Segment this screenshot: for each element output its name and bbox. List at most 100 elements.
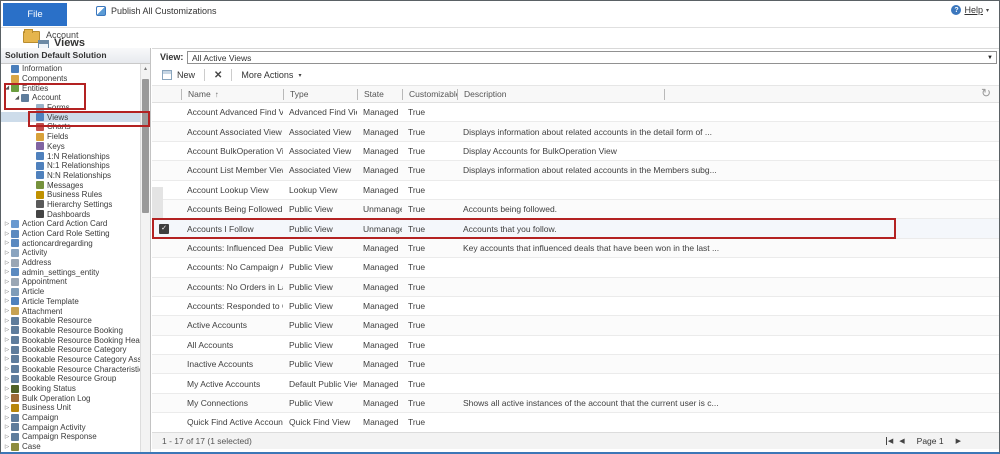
tree-item[interactable]: ▷ Case — [1, 442, 140, 452]
tree-expander-icon[interactable]: ▷ — [3, 366, 11, 372]
tree-item[interactable]: Forms — [1, 103, 140, 113]
column-header-name[interactable]: Name↑ — [181, 89, 283, 100]
tree-item[interactable]: ◢ Account — [1, 93, 140, 103]
table-row[interactable]: ✓ Accounts: Influenced Deals Tha... Publ… — [152, 239, 999, 258]
tree-item[interactable]: ▷ Attachment — [1, 306, 140, 316]
table-row[interactable]: ✓ All Accounts Public View Managed True — [152, 336, 999, 355]
column-header-customizable[interactable]: Customizable — [402, 89, 457, 100]
tree-expander-icon[interactable]: ▷ — [3, 250, 11, 256]
tree-expander-icon[interactable]: ◢ — [13, 95, 21, 101]
file-button[interactable]: File — [3, 3, 67, 26]
scrollbar-up-icon[interactable]: ▴ — [141, 64, 150, 74]
tree-item[interactable]: ▷ Article Template — [1, 297, 140, 307]
tree-item[interactable]: ▷ Action Card Action Card — [1, 219, 140, 229]
tree-item[interactable]: ▷ Bulk Operation Log — [1, 393, 140, 403]
tree-expander-icon[interactable]: ▷ — [3, 269, 11, 275]
refresh-icon[interactable]: ↻ — [981, 86, 991, 100]
table-row[interactable]: ✓ Account Associated View Associated Vie… — [152, 122, 999, 141]
tree-expander-icon[interactable]: ▷ — [3, 395, 11, 401]
tree-item[interactable]: ▷ Campaign Activity — [1, 422, 140, 432]
delete-button[interactable]: ✕ — [214, 70, 222, 81]
tree-item[interactable]: ▷ Bookable Resource Booking Header — [1, 335, 140, 345]
table-row[interactable]: ✓ Account BulkOperation View Associated … — [152, 142, 999, 161]
tree-expander-icon[interactable]: ▷ — [3, 444, 11, 450]
tree-item[interactable]: Keys — [1, 142, 140, 152]
tree-item[interactable]: Hierarchy Settings — [1, 200, 140, 210]
publish-all-customizations-button[interactable]: Publish All Customizations — [96, 6, 217, 16]
tree-item[interactable]: ▷ Bookable Resource Group — [1, 374, 140, 384]
tree-item[interactable]: ◢ Entities — [1, 83, 140, 93]
tree-item[interactable]: Views — [1, 112, 140, 122]
table-row[interactable]: ✓ Active Accounts Public View Managed Tr… — [152, 316, 999, 335]
table-row[interactable]: ✓ My Active Accounts Default Public View… — [152, 374, 999, 393]
table-row[interactable]: ✓ Accounts Being Followed Public View Un… — [152, 200, 999, 219]
tree-item[interactable]: ▷ Booking Status — [1, 384, 140, 394]
tree-item[interactable]: Charts — [1, 122, 140, 132]
tree-expander-icon[interactable]: ▷ — [3, 327, 11, 333]
tree-item[interactable]: Fields — [1, 132, 140, 142]
tree-expander-icon[interactable]: ▷ — [3, 240, 11, 246]
tree-expander-icon[interactable]: ▷ — [3, 221, 11, 227]
table-row[interactable]: ✓ Accounts: Responded to Camp... Public … — [152, 297, 999, 316]
table-row[interactable]: ✓ Inactive Accounts Public View Managed … — [152, 355, 999, 374]
tree-expander-icon[interactable]: ▷ — [3, 318, 11, 324]
scrollbar-thumb[interactable] — [142, 79, 149, 213]
first-page-icon[interactable]: ◀ — [886, 437, 893, 445]
tree-item[interactable]: ▷ Business Unit — [1, 403, 140, 413]
help-button[interactable]: ? Help ▾ — [951, 5, 989, 15]
tree-expander-icon[interactable]: ▷ — [3, 279, 11, 285]
tree-expander-icon[interactable]: ▷ — [3, 376, 11, 382]
tree-item[interactable]: ▷ Action Card Role Setting — [1, 229, 140, 239]
tree-item[interactable]: ▷ Bookable Resource Characteristic — [1, 364, 140, 374]
tree-expander-icon[interactable]: ▷ — [3, 231, 11, 237]
tree-item[interactable]: ▷ Address — [1, 258, 140, 268]
tree-item[interactable]: ▷ actioncardregarding — [1, 238, 140, 248]
more-actions-button[interactable]: More Actions ▾ — [241, 70, 301, 80]
table-row[interactable]: ✓ Accounts I Follow Public View Unmanage… — [152, 219, 999, 238]
row-checkbox-cell[interactable]: ✓ — [152, 224, 181, 234]
tree-expander-icon[interactable]: ▷ — [3, 260, 11, 266]
tree-item[interactable]: ▷ Campaign Response — [1, 432, 140, 442]
next-page-icon[interactable]: ▶ — [956, 437, 961, 445]
tree-item[interactable]: Information — [1, 64, 140, 74]
tree-item[interactable]: N:N Relationships — [1, 171, 140, 181]
view-dropdown[interactable]: All Active Views ▼ — [187, 51, 997, 64]
tree-expander-icon[interactable]: ▷ — [3, 347, 11, 353]
tree-expander-icon[interactable]: ▷ — [3, 424, 11, 430]
tree-item[interactable]: Business Rules — [1, 190, 140, 200]
tree-expander-icon[interactable]: ▷ — [3, 386, 11, 392]
tree-item[interactable]: Dashboards — [1, 209, 140, 219]
tree-item[interactable]: ▷ Bookable Resource — [1, 316, 140, 326]
tree-expander-icon[interactable]: ◢ — [3, 85, 11, 91]
tree-item[interactable]: ▷ Appointment — [1, 277, 140, 287]
table-row[interactable]: ✓ Accounts: No Orders in Last 6 ... Publ… — [152, 278, 999, 297]
tree-expander-icon[interactable]: ▷ — [3, 405, 11, 411]
table-row[interactable]: ✓ Account Lookup View Lookup View Manage… — [152, 181, 999, 200]
column-header-state[interactable]: State — [357, 89, 402, 100]
tree-item[interactable]: ▷ admin_settings_entity — [1, 267, 140, 277]
tree-expander-icon[interactable]: ▷ — [3, 289, 11, 295]
tree-expander-icon[interactable]: ▷ — [3, 415, 11, 421]
tree-item[interactable]: Messages — [1, 180, 140, 190]
tree-expander-icon[interactable]: ▷ — [3, 308, 11, 314]
table-row[interactable]: ✓ Account Advanced Find View Advanced Fi… — [152, 103, 999, 122]
tree-item[interactable]: ▷ Bookable Resource Booking — [1, 326, 140, 336]
table-row[interactable]: ✓ Accounts: No Campaign Activit... Publi… — [152, 258, 999, 277]
table-row[interactable]: ✓ Account List Member View Associated Vi… — [152, 161, 999, 180]
tree-expander-icon[interactable]: ▷ — [3, 356, 11, 362]
tree-item[interactable]: ▷ Bookable Resource Category Assn — [1, 355, 140, 365]
tree-item[interactable]: ▷ Bookable Resource Category — [1, 345, 140, 355]
table-row[interactable]: ✓ My Connections Public View Managed Tru… — [152, 394, 999, 413]
column-header-type[interactable]: Type — [283, 89, 357, 100]
tree-item[interactable]: 1:N Relationships — [1, 151, 140, 161]
row-checkbox-icon[interactable]: ✓ — [159, 224, 169, 234]
tree-expander-icon[interactable]: ▷ — [3, 298, 11, 304]
tree-item[interactable]: ▷ Activity — [1, 248, 140, 258]
new-button[interactable]: New — [162, 70, 195, 80]
tree-expander-icon[interactable]: ▷ — [3, 337, 11, 343]
column-header-description[interactable]: Description — [457, 89, 999, 100]
table-row[interactable]: ✓ Quick Find Active Accounts Quick Find … — [152, 413, 999, 432]
tree-item[interactable]: ▷ Campaign — [1, 413, 140, 423]
tree-item[interactable]: ▷ Case Resolution — [1, 452, 140, 453]
tree-item[interactable]: N:1 Relationships — [1, 161, 140, 171]
